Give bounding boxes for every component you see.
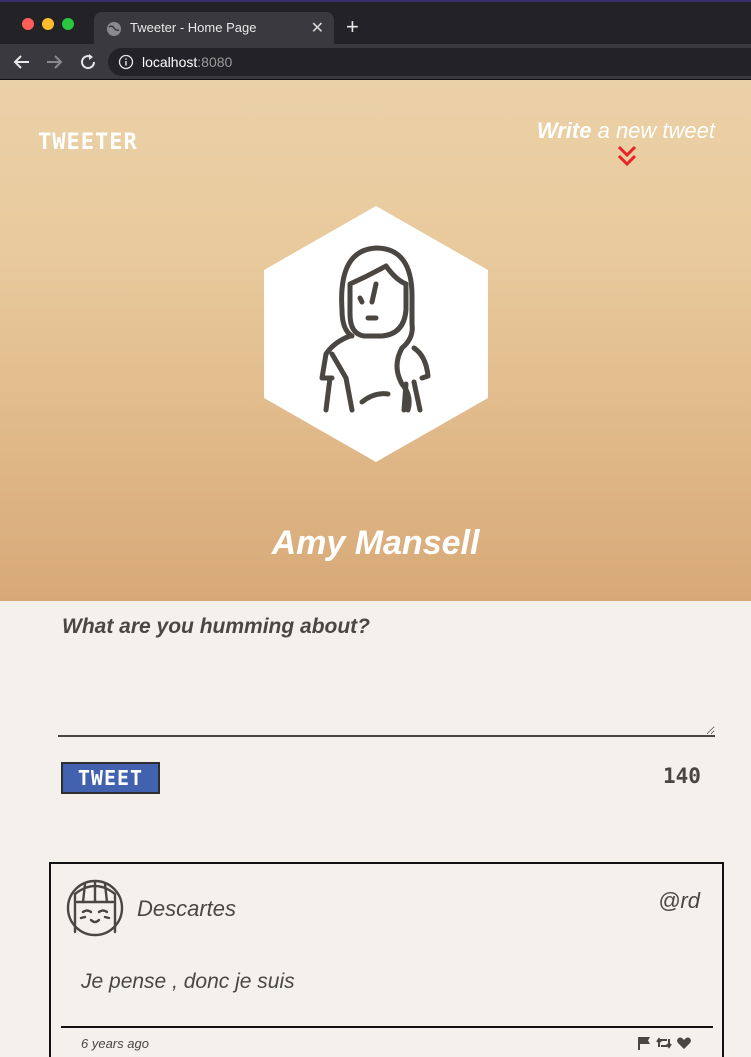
compose-prompt: What are you humming about? — [62, 615, 370, 638]
minimize-window-button[interactable] — [42, 18, 54, 30]
tab-title: Tweeter - Home Page — [130, 20, 257, 35]
forward-arrow-icon[interactable] — [42, 50, 66, 74]
tweet-timestamp: 6 years ago — [81, 1036, 149, 1051]
close-tab-icon[interactable]: ✕ — [311, 18, 324, 38]
close-window-button[interactable] — [22, 18, 34, 30]
maximize-window-button[interactable] — [62, 18, 74, 30]
info-icon[interactable] — [118, 54, 134, 70]
new-tab-button[interactable]: + — [346, 14, 359, 40]
url-port: :8080 — [197, 54, 233, 70]
retweet-icon[interactable] — [656, 1036, 672, 1050]
globe-icon — [107, 22, 121, 36]
avatar — [66, 879, 124, 937]
heart-icon[interactable] — [676, 1036, 692, 1050]
tweet-button[interactable]: TWEET — [61, 762, 160, 794]
profile-header: TWEETER Write a new tweet Amy Mansell — [0, 80, 751, 601]
compose-section: What are you humming about? TWEET 140 — [0, 601, 751, 861]
tab-bar: Tweeter - Home Page ✕ + — [0, 0, 751, 46]
url-text: localhost:8080 — [142, 54, 232, 70]
write-new-tweet-link[interactable]: Write a new tweet — [537, 118, 715, 144]
browser-toolbar: localhost:8080 — [0, 44, 751, 80]
tweet-author: Descartes — [137, 896, 237, 921]
write-label-rest: a new tweet — [591, 118, 715, 143]
tweet-divider — [61, 1026, 713, 1028]
back-arrow-icon[interactable] — [10, 50, 34, 74]
browser-tab[interactable]: Tweeter - Home Page ✕ — [94, 12, 334, 46]
character-counter: 140 — [663, 764, 701, 788]
flag-icon[interactable] — [636, 1036, 652, 1050]
profile-name: Amy Mansell — [271, 524, 480, 562]
double-chevron-down-icon[interactable] — [617, 144, 637, 168]
reload-icon[interactable] — [76, 50, 100, 74]
url-host: localhost — [142, 54, 198, 70]
tweet-body: Je pense , donc je suis — [81, 970, 295, 993]
tweet-actions — [636, 1036, 692, 1050]
app-logo[interactable]: TWEETER — [38, 130, 138, 155]
address-bar[interactable]: localhost:8080 — [108, 48, 751, 76]
browser-chrome: Tweeter - Home Page ✕ + localhost:8080 — [0, 0, 751, 80]
write-label-bold: Write — [536, 118, 592, 143]
tweet-card: Descartes @rd Je pense , donc je suis 6 … — [49, 862, 724, 1057]
tweet-text-input[interactable] — [58, 645, 715, 737]
profile-avatar — [264, 206, 488, 462]
tweet-handle: @rd — [658, 888, 700, 913]
